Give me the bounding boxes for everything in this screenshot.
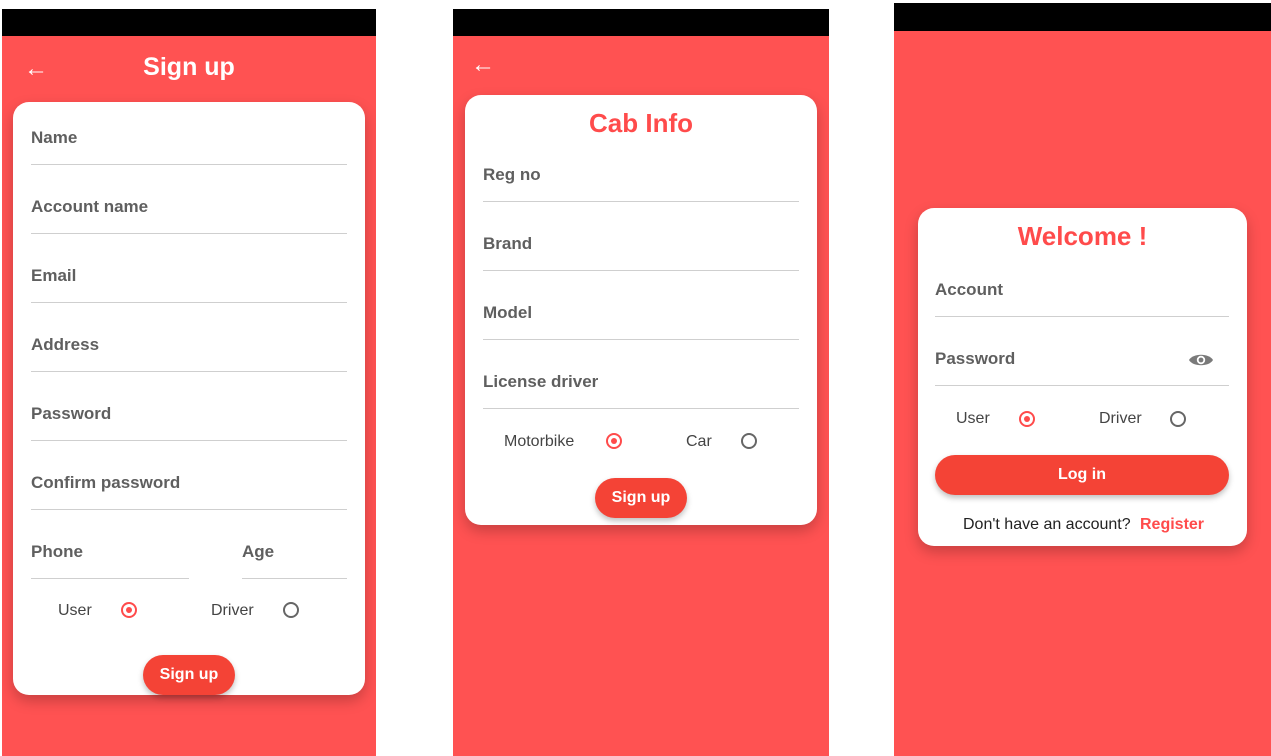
password-field[interactable]: Password xyxy=(31,402,347,441)
role-user-label: User xyxy=(58,602,92,619)
welcome-title: Welcome ! xyxy=(1017,221,1148,251)
signup-screen: ← Sign up Name Account name Email Addres… xyxy=(2,9,376,756)
signup-form-card: Name Account name Email Address Password… xyxy=(13,102,365,695)
age-field[interactable]: Age xyxy=(242,540,347,579)
page-title: Sign up xyxy=(143,53,235,81)
type-motorbike-label: Motorbike xyxy=(504,433,575,450)
eye-icon[interactable] xyxy=(1188,351,1214,369)
role-driver-label: Driver xyxy=(211,602,254,619)
account-name-field[interactable]: Account name xyxy=(31,195,347,234)
reg-no-field[interactable]: Reg no xyxy=(483,163,799,202)
login-role-user-radio[interactable] xyxy=(1019,411,1035,427)
role-driver-radio[interactable] xyxy=(283,602,299,618)
password-field-label: Password xyxy=(31,404,112,423)
name-field[interactable]: Name xyxy=(31,126,347,165)
register-link[interactable]: Register xyxy=(1140,516,1204,534)
account-field[interactable]: Account xyxy=(935,278,1229,317)
login-role-user-label: User xyxy=(956,410,990,427)
type-car-radio[interactable] xyxy=(741,433,757,449)
email-field[interactable]: Email xyxy=(31,264,347,303)
reg-no-field-label: Reg no xyxy=(483,165,541,184)
license-driver-field-label: License driver xyxy=(483,372,599,391)
login-password-field-label: Password xyxy=(935,349,1016,368)
status-bar xyxy=(2,9,376,36)
login-button[interactable]: Log in xyxy=(935,455,1229,495)
model-field-label: Model xyxy=(483,303,533,322)
address-field-label: Address xyxy=(31,335,100,354)
name-field-label: Name xyxy=(31,128,78,147)
cab-info-screen: ← Cab Info Reg no Brand Model License dr… xyxy=(453,9,829,756)
role-user-radio[interactable] xyxy=(121,602,137,618)
login-role-driver-radio[interactable] xyxy=(1170,411,1186,427)
no-account-text: Don't have an account? xyxy=(963,516,1131,533)
type-car-label: Car xyxy=(686,433,712,450)
account-name-field-label: Account name xyxy=(31,197,149,216)
model-field[interactable]: Model xyxy=(483,301,799,340)
cab-signup-button[interactable]: Sign up xyxy=(595,478,687,518)
cab-info-card: Cab Info Reg no Brand Model License driv… xyxy=(465,95,817,525)
phone-field-label: Phone xyxy=(31,542,83,561)
status-bar xyxy=(894,3,1271,31)
confirm-password-field[interactable]: Confirm password xyxy=(31,471,347,510)
phone-field[interactable]: Phone xyxy=(31,540,189,579)
back-arrow-icon[interactable]: ← xyxy=(471,53,495,77)
age-field-label: Age xyxy=(242,542,275,561)
login-role-driver-label: Driver xyxy=(1099,410,1142,427)
brand-field[interactable]: Brand xyxy=(483,232,799,271)
status-bar xyxy=(453,9,829,36)
license-driver-field[interactable]: License driver xyxy=(483,370,799,409)
login-password-field[interactable]: Password xyxy=(935,347,1229,386)
login-screen: Welcome ! Account Password User Driver L… xyxy=(894,3,1271,756)
type-motorbike-radio[interactable] xyxy=(606,433,622,449)
login-card: Welcome ! Account Password User Driver L… xyxy=(918,208,1247,546)
signup-button[interactable]: Sign up xyxy=(143,655,235,695)
email-field-label: Email xyxy=(31,266,77,285)
address-field[interactable]: Address xyxy=(31,333,347,372)
account-field-label: Account xyxy=(935,280,1003,299)
brand-field-label: Brand xyxy=(483,234,533,253)
cab-info-title: Cab Info xyxy=(589,108,693,138)
confirm-password-field-label: Confirm password xyxy=(31,473,181,492)
